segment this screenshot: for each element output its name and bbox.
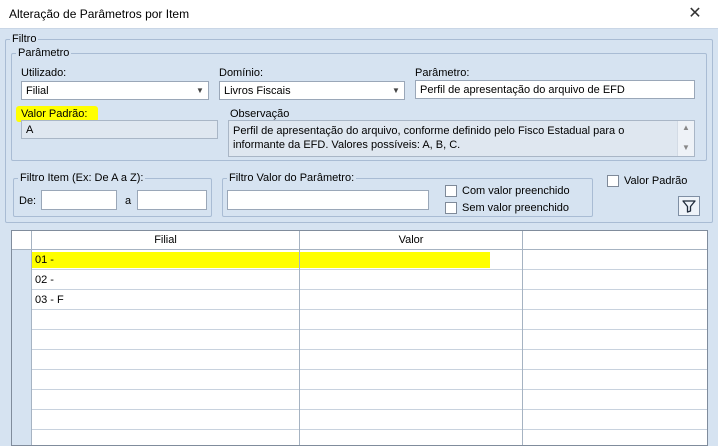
table-row[interactable] bbox=[12, 390, 707, 410]
row-indicator[interactable] bbox=[12, 250, 32, 270]
table-row[interactable] bbox=[12, 330, 707, 350]
parametro-value: Perfil de apresentação do arquivo de EFD bbox=[420, 84, 625, 96]
row-indicator[interactable] bbox=[12, 370, 32, 390]
cell-filial[interactable] bbox=[32, 390, 300, 410]
de-label: De: bbox=[19, 195, 37, 207]
parametro-label: Parâmetro: bbox=[415, 67, 470, 79]
cell-filial-value: 03 - F bbox=[35, 294, 64, 306]
row-indicator[interactable] bbox=[12, 350, 32, 370]
row-indicator[interactable] bbox=[12, 330, 32, 350]
observacao-text: Perfil de apresentação do arquivo, confo… bbox=[228, 120, 695, 157]
cell-valor[interactable] bbox=[300, 430, 523, 445]
cell-valor[interactable] bbox=[300, 270, 523, 290]
cell-filial-value: 02 - bbox=[35, 274, 54, 286]
cell-filial[interactable]: 03 - F bbox=[32, 290, 300, 310]
row-indicator[interactable] bbox=[12, 290, 32, 310]
cell-valor[interactable] bbox=[300, 410, 523, 430]
close-icon[interactable]: ✕ bbox=[684, 4, 706, 24]
com-valor-label: Com valor preenchido bbox=[462, 185, 570, 197]
utilizado-value: Filial bbox=[26, 85, 49, 97]
cell-valor[interactable] bbox=[300, 390, 523, 410]
table-row[interactable] bbox=[12, 430, 707, 445]
valor-padrao-value: A bbox=[26, 124, 34, 136]
filtro-legend: Filtro bbox=[12, 33, 37, 45]
utilizado-label: Utilizado: bbox=[21, 67, 67, 79]
cell-filial[interactable] bbox=[32, 330, 300, 350]
utilizado-select[interactable]: Filial ▼ bbox=[21, 81, 209, 100]
filter-button[interactable] bbox=[678, 196, 700, 216]
row-indicator[interactable] bbox=[12, 410, 32, 430]
valor-padrao-checkbox[interactable] bbox=[607, 175, 619, 187]
scroll-down-icon[interactable]: ▼ bbox=[678, 143, 694, 152]
cell-filial[interactable] bbox=[32, 310, 300, 330]
valor-padrao-label: Valor Padrão: bbox=[21, 108, 88, 120]
observacao-label: Observação bbox=[230, 108, 290, 120]
cell-filial[interactable] bbox=[32, 370, 300, 390]
filtro-valor-legend: Filtro Valor do Parâmetro: bbox=[229, 172, 355, 184]
cell-valor[interactable] bbox=[300, 330, 523, 350]
cell-valor[interactable] bbox=[300, 350, 523, 370]
cell-filial[interactable]: 02 - bbox=[32, 270, 300, 290]
row-indicator[interactable] bbox=[12, 390, 32, 410]
cell-valor[interactable] bbox=[300, 370, 523, 390]
parametro-legend: Parâmetro bbox=[18, 47, 70, 59]
cell-valor[interactable] bbox=[300, 290, 523, 310]
table-row[interactable]: 03 - F bbox=[12, 290, 707, 310]
cell-filial-value: 01 - bbox=[35, 254, 54, 266]
column-header-filial[interactable]: Filial bbox=[32, 231, 300, 250]
table-row[interactable] bbox=[12, 370, 707, 390]
a-input[interactable] bbox=[137, 190, 207, 210]
row-indicator[interactable] bbox=[12, 430, 32, 445]
table-row[interactable] bbox=[12, 410, 707, 430]
valor-padrao-field: A bbox=[21, 120, 218, 139]
filtro-valor-input[interactable] bbox=[227, 190, 429, 210]
table-row[interactable] bbox=[12, 310, 707, 330]
dominio-value: Livros Fiscais bbox=[224, 85, 291, 97]
table-row[interactable]: 02 - bbox=[12, 270, 707, 290]
title-bar: Alteração de Parâmetros por Item ✕ bbox=[0, 0, 718, 28]
funnel-icon bbox=[682, 200, 696, 213]
a-label: a bbox=[125, 195, 132, 207]
table-row[interactable]: 01 - bbox=[12, 250, 707, 270]
observacao-scrollbar[interactable]: ▲ ▼ bbox=[677, 121, 694, 156]
dominio-select[interactable]: Livros Fiscais ▼ bbox=[219, 81, 405, 100]
window-title: Alteração de Parâmetros por Item bbox=[9, 7, 190, 21]
table-row[interactable] bbox=[12, 350, 707, 370]
chevron-down-icon[interactable]: ▼ bbox=[192, 82, 208, 99]
sem-valor-checkbox[interactable] bbox=[445, 202, 457, 214]
dominio-label: Domínio: bbox=[219, 67, 264, 79]
column-header-valor[interactable]: Valor bbox=[300, 231, 523, 250]
cell-filial[interactable]: 01 - bbox=[32, 250, 300, 270]
cell-filial[interactable] bbox=[32, 410, 300, 430]
sem-valor-label: Sem valor preenchido bbox=[462, 202, 570, 214]
cell-filial[interactable] bbox=[32, 350, 300, 370]
header-indicator bbox=[12, 231, 32, 250]
parametro-field[interactable]: Perfil de apresentação do arquivo de EFD bbox=[415, 80, 695, 99]
valor-padrao-checkbox-label: Valor Padrão bbox=[624, 175, 688, 187]
chevron-down-icon[interactable]: ▼ bbox=[388, 82, 404, 99]
cell-filial[interactable] bbox=[32, 430, 300, 445]
filtro-item-legend: Filtro Item (Ex: De A a Z): bbox=[20, 172, 144, 184]
row-indicator[interactable] bbox=[12, 310, 32, 330]
com-valor-checkbox[interactable] bbox=[445, 185, 457, 197]
row-indicator[interactable] bbox=[12, 270, 32, 290]
cell-valor[interactable] bbox=[300, 250, 523, 270]
items-grid: Filial Valor 01 - 02 - 03 - F bbox=[11, 230, 708, 446]
scroll-up-icon[interactable]: ▲ bbox=[678, 123, 694, 132]
grid-header: Filial Valor bbox=[12, 231, 707, 250]
cell-valor[interactable] bbox=[300, 310, 523, 330]
de-input[interactable] bbox=[41, 190, 117, 210]
observacao-value: Perfil de apresentação do arquivo, confo… bbox=[233, 125, 625, 151]
